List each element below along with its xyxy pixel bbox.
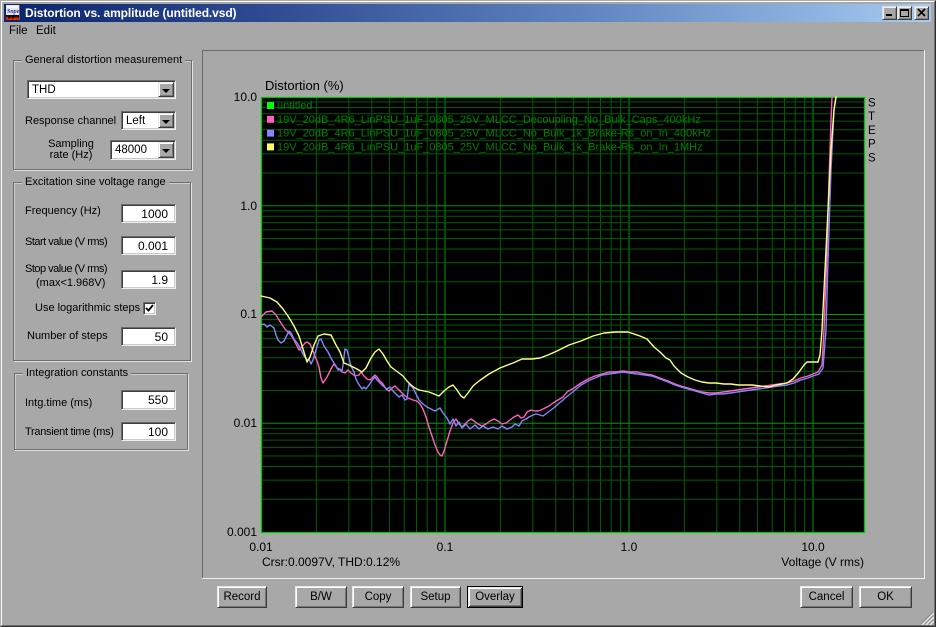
svg-text:19V_20dB_4R6_LinPSU_1uF_0805_2: 19V_20dB_4R6_LinPSU_1uF_0805_25V_MLCC_No… xyxy=(277,141,703,153)
svg-text:Voltage (V rms): Voltage (V rms) xyxy=(781,555,864,569)
svg-text:0.1: 0.1 xyxy=(437,540,454,554)
svg-text:T: T xyxy=(868,111,875,123)
svg-text:untitled: untitled xyxy=(277,100,312,112)
svg-text:0.01: 0.01 xyxy=(249,540,273,554)
svg-text:0.01: 0.01 xyxy=(234,416,258,430)
svg-text:19V_20dB_4R6_LinPSU_1uF_0805_2: 19V_20dB_4R6_LinPSU_1uF_0805_25V_MLCC_No… xyxy=(277,128,711,140)
svg-text:P: P xyxy=(868,139,876,151)
svg-text:0.001: 0.001 xyxy=(227,525,257,539)
svg-text:S: S xyxy=(868,152,876,164)
svg-text:S: S xyxy=(868,98,876,110)
svg-text:1.0: 1.0 xyxy=(240,199,257,213)
svg-text:1.0: 1.0 xyxy=(621,540,638,554)
svg-text:Snpe: Snpe xyxy=(7,9,20,15)
svg-text:10.0: 10.0 xyxy=(234,90,258,104)
svg-text:Crsr:0.0097V, THD:0.12%: Crsr:0.0097V, THD:0.12% xyxy=(262,555,400,569)
svg-text:10.0: 10.0 xyxy=(801,540,825,554)
svg-text:Distortion (%): Distortion (%) xyxy=(265,78,344,93)
svg-text:E: E xyxy=(868,125,876,137)
svg-text:0.1: 0.1 xyxy=(240,307,257,321)
svg-text:19V_20dB_4R6_LinPSU_1uF_0805_2: 19V_20dB_4R6_LinPSU_1uF_0805_25V_MLCC_De… xyxy=(277,114,701,126)
